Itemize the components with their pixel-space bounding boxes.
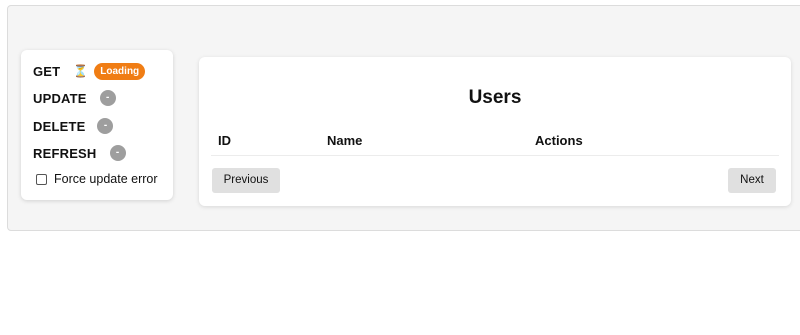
table-title: Users [468,87,522,108]
status-badge-idle: - [109,145,126,161]
column-header-actions: Actions [535,133,583,148]
column-header-id: ID [218,133,231,148]
status-row-refresh: REFRESH - [33,143,126,163]
next-page-button[interactable]: Next [728,168,776,193]
force-update-error-label: Force update error [54,172,158,186]
column-header-name: Name [327,133,363,148]
status-badge-idle: - [97,118,114,134]
status-row-get: GET ⏳ Loading [33,61,146,81]
method-label-update: UPDATE [33,90,87,106]
method-label-get: GET [33,63,61,79]
users-table-panel: Users ID Name Actions Previous Next [199,57,791,206]
previous-page-button[interactable]: Previous [212,168,280,193]
status-badge-idle: - [99,90,116,106]
status-row-update: UPDATE - [33,88,116,108]
status-row-delete: DELETE - [33,116,114,136]
hourglass-icon: ⏳ [73,64,89,78]
force-update-error-checkbox[interactable] [36,173,47,185]
table-header-row: ID Name Actions [211,131,779,156]
request-status-panel: GET ⏳ Loading UPDATE - DELETE - REFRESH … [21,50,173,200]
force-update-error-toggle[interactable]: Force update error [36,172,158,186]
method-label-delete: DELETE [33,118,86,134]
status-badge-loading: Loading [94,62,146,80]
method-label-refresh: REFRESH [33,145,97,161]
